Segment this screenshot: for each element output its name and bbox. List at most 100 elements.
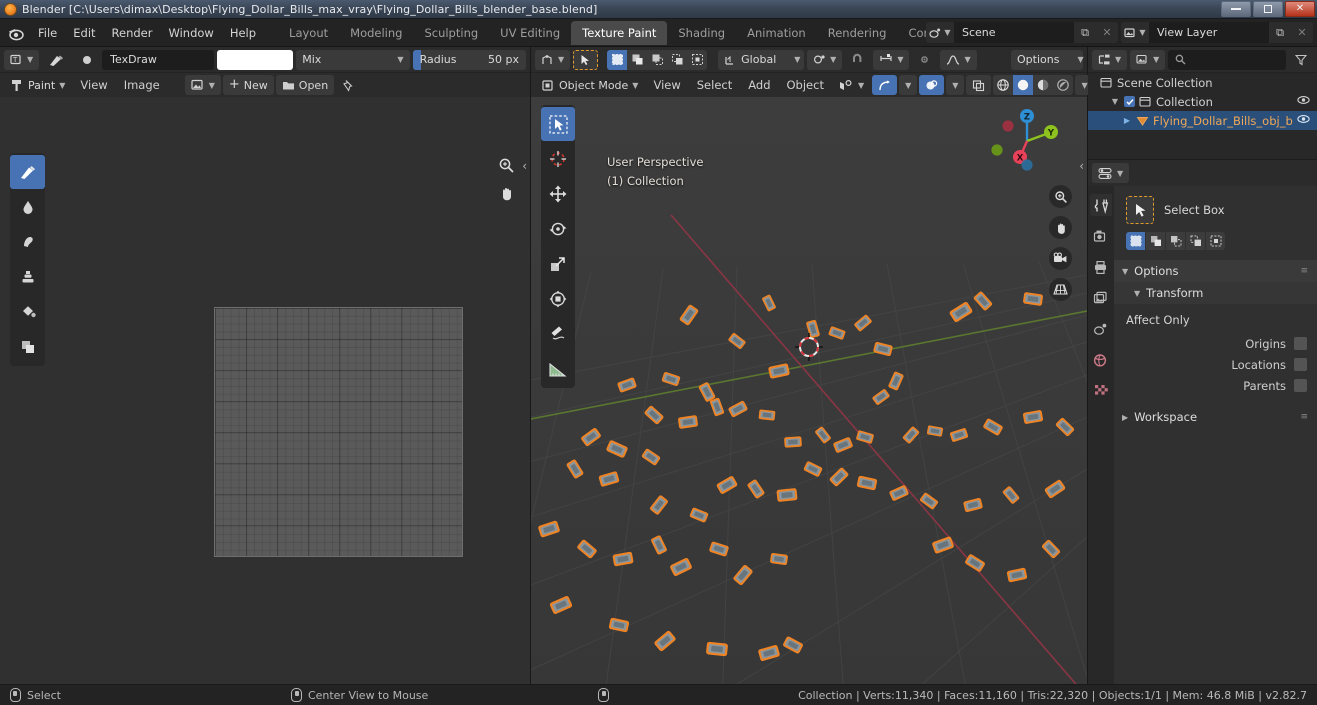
disclosure-triangle-icon[interactable]: ▼ <box>1110 97 1120 106</box>
paint-mode-selector[interactable]: Paint ▼ <box>4 75 71 95</box>
pan-hand-icon[interactable] <box>1049 216 1072 239</box>
gizmo-options-dropdown[interactable]: ▼ <box>899 75 918 95</box>
viewport-menu-add[interactable]: Add <box>741 75 777 95</box>
blender-logo-icon[interactable] <box>6 23 26 43</box>
shading-rendered-button[interactable] <box>1053 75 1074 95</box>
select-mode-extend-button[interactable] <box>1146 232 1165 250</box>
draw-brush-tool-icon[interactable] <box>10 155 45 189</box>
menu-render[interactable]: Render <box>104 23 161 43</box>
active-tool-indicator[interactable] <box>573 49 599 70</box>
locations-checkbox[interactable] <box>1294 358 1307 371</box>
image-browse-button[interactable]: ▼ <box>184 75 221 95</box>
tab-layout[interactable]: Layout <box>278 21 339 45</box>
scene-name-field[interactable]: Scene <box>954 22 1074 43</box>
transform-tool-icon[interactable] <box>541 282 575 316</box>
new-scene-button[interactable]: ⧉ <box>1074 22 1096 43</box>
menu-help[interactable]: Help <box>222 23 264 43</box>
object-mode-selector[interactable]: Object Mode ▼ <box>535 75 644 95</box>
object-visibility-eye-icon[interactable] <box>1297 114 1310 127</box>
texture-tab-icon[interactable] <box>1090 380 1112 402</box>
collection-visibility-eye-icon[interactable] <box>1297 95 1310 108</box>
world-tab-icon[interactable] <box>1090 349 1112 371</box>
select-intersect-button[interactable] <box>687 49 708 70</box>
shading-wireframe-button[interactable] <box>993 75 1014 95</box>
overlay-options-dropdown[interactable]: ▼ <box>946 75 965 95</box>
viewport-menu-select[interactable]: Select <box>690 75 739 95</box>
brush-color-swatch[interactable] <box>216 49 294 70</box>
smear-tool-icon[interactable] <box>10 225 45 259</box>
camera-view-icon[interactable] <box>1049 247 1072 270</box>
render-tab-icon[interactable] <box>1090 225 1112 247</box>
outliner-display-mode-dropdown[interactable]: ▼ <box>1130 49 1166 70</box>
close-button[interactable]: ✕ <box>1285 1 1315 17</box>
viewport-menu-view[interactable]: View <box>646 75 687 95</box>
select-mode-invert-button[interactable] <box>1186 232 1205 250</box>
viewport-3d-canvas[interactable]: User Perspective (1) Collection Z Y X ‹ <box>531 97 1087 684</box>
select-box-tool-icon[interactable] <box>541 107 575 141</box>
select-mode-intersect-button[interactable] <box>1206 232 1225 250</box>
pivot-point-dropdown[interactable]: ▼ <box>807 49 843 70</box>
cursor-tool-icon[interactable] <box>541 142 575 176</box>
scene-icon[interactable]: ▼ <box>926 22 954 43</box>
pin-icon[interactable] <box>336 75 361 95</box>
menu-window[interactable]: Window <box>160 23 221 43</box>
select-invert-button[interactable] <box>667 49 688 70</box>
move-tool-icon[interactable] <box>541 177 575 211</box>
tab-rendering[interactable]: Rendering <box>817 21 898 45</box>
pan-hand-icon[interactable] <box>495 182 517 204</box>
scene-tab-icon[interactable] <box>1090 318 1112 340</box>
toggle-perspective-icon[interactable] <box>1049 278 1072 301</box>
tab-modeling[interactable]: Modeling <box>339 21 413 45</box>
new-view-layer-button[interactable]: ⧉ <box>1269 22 1291 43</box>
transform-orientation-dropdown[interactable]: Global ▼ <box>718 49 805 70</box>
image-editor-sidebar-toggle[interactable]: ‹ <box>519 157 530 175</box>
transform-panel-header[interactable]: ▼ Transform <box>1114 282 1317 304</box>
unlink-scene-button[interactable]: ✕ <box>1096 22 1118 43</box>
collection-checkbox[interactable] <box>1124 96 1135 107</box>
options-panel-header[interactable]: ▼ Options ≡ <box>1114 260 1317 282</box>
blend-mode-dropdown[interactable]: Mix ▼ <box>296 49 410 70</box>
navigation-gizmo[interactable]: Z Y X <box>991 105 1063 177</box>
outliner-search-input[interactable] <box>1168 49 1286 70</box>
open-image-button[interactable]: Open <box>275 75 335 95</box>
select-subtract-button[interactable] <box>647 49 668 70</box>
tab-shading[interactable]: Shading <box>667 21 736 45</box>
radius-slider[interactable]: Radius 50 px <box>412 49 526 70</box>
view-layer-tab-icon[interactable] <box>1090 287 1112 309</box>
annotate-tool-icon[interactable] <box>541 317 575 351</box>
select-mode-set-button[interactable] <box>1126 232 1145 250</box>
workspace-panel-header[interactable]: ▶ Workspace ≡ <box>1114 406 1317 428</box>
outliner-row-object[interactable]: ▶ Flying_Dollar_Bills_obj_b <box>1088 111 1317 130</box>
shading-material-preview-button[interactable] <box>1033 75 1054 95</box>
outliner-row-scene-collection[interactable]: Scene Collection <box>1088 73 1317 92</box>
show-overlays-toggle[interactable] <box>919 75 945 95</box>
measure-tool-icon[interactable] <box>541 352 575 386</box>
snap-magnet-icon[interactable] <box>845 50 870 70</box>
image-editor-menu-view[interactable]: View <box>73 75 114 95</box>
image-editor-menu-image[interactable]: Image <box>117 75 167 95</box>
view-layer-name-field[interactable]: View Layer <box>1149 22 1269 43</box>
scale-tool-icon[interactable] <box>541 247 575 281</box>
proportional-falloff-dropdown[interactable]: ▼ <box>940 49 977 70</box>
visibility-selectability-dropdown[interactable]: ▼ <box>833 75 870 95</box>
fill-tool-icon[interactable] <box>10 295 45 329</box>
xray-toggle[interactable] <box>966 75 992 95</box>
restore-button[interactable] <box>1253 1 1283 17</box>
clone-tool-icon[interactable] <box>10 260 45 294</box>
show-gizmo-toggle[interactable] <box>872 75 898 95</box>
snap-to-dropdown[interactable]: ▼ <box>873 49 910 70</box>
viewport-editor-type-selector[interactable]: ▼ <box>535 49 571 70</box>
object-disclosure-icon[interactable]: ▶ <box>1122 116 1132 125</box>
image-editor-canvas-area[interactable]: ‹ <box>0 97 530 684</box>
brush-name-field[interactable]: TexDraw <box>102 49 214 70</box>
origins-checkbox[interactable] <box>1294 337 1307 350</box>
properties-editor-type-selector[interactable]: ▼ <box>1092 163 1130 183</box>
tab-sculpting[interactable]: Sculpting <box>413 21 489 45</box>
soften-tool-icon[interactable] <box>10 190 45 224</box>
zoom-icon[interactable] <box>495 154 517 176</box>
tab-animation[interactable]: Animation <box>736 21 817 45</box>
viewport-options-dropdown[interactable]: Options ▼ <box>1011 49 1084 70</box>
paint-canvas[interactable] <box>214 307 463 557</box>
shading-solid-button[interactable] <box>1013 75 1034 95</box>
viewport-sidebar-toggle[interactable]: ‹ <box>1076 157 1087 175</box>
